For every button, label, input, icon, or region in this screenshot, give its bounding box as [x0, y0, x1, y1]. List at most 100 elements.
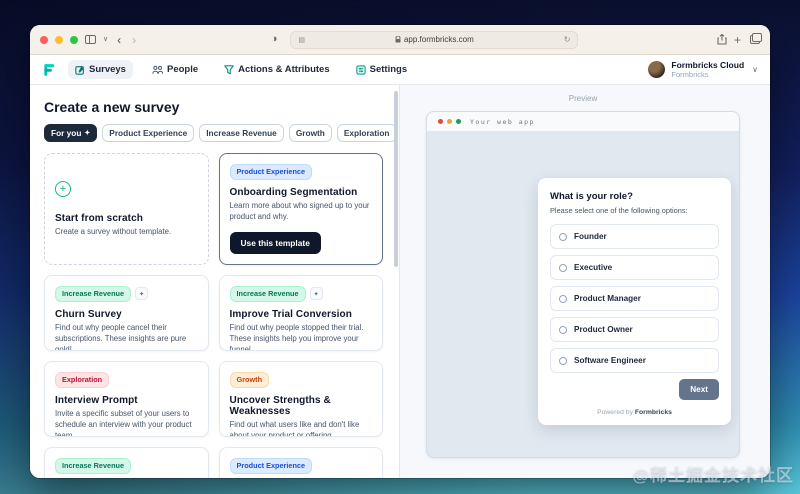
preview-app-window: Your web app What is your role? Please s… [426, 111, 740, 458]
account-org: Formbricks [671, 70, 744, 79]
category-badge: Product Experience [230, 458, 313, 474]
filter-exploration[interactable]: Exploration [337, 124, 397, 142]
mock-zoom-icon [456, 119, 461, 124]
forward-icon[interactable]: › [130, 33, 138, 47]
category-badge: Exploration [55, 372, 109, 388]
scrollbar-thumb[interactable] [394, 91, 398, 267]
preview-panel: Preview Your web app What is your role? … [399, 85, 770, 478]
category-badge: Growth [230, 372, 270, 388]
tab-overview-icon[interactable] [748, 35, 760, 44]
watermark: @稀土掘金技术社区 [632, 461, 794, 486]
sparkles-icon: ✦ [310, 287, 323, 300]
template-gallery: Create a new survey For you ✦ Product Ex… [30, 85, 399, 478]
account-menu[interactable]: Formbricks Cloud Formbricks ∨ [648, 60, 758, 79]
template-card-changing-subscription[interactable]: Increase Revenue Changing subscription e… [44, 447, 209, 478]
new-tab-icon[interactable]: + [734, 34, 741, 46]
address-bar[interactable]: ▤ app.formbricks.com ↻ [290, 31, 578, 49]
option-label: Software Engineer [574, 356, 646, 365]
preview-window-titlebar: Your web app [427, 112, 739, 132]
survey-subtitle: Please select one of the following optio… [550, 206, 719, 215]
back-icon[interactable]: ‹ [115, 33, 123, 47]
template-card-identify-customer-goals[interactable]: Product Experience Identify Customer Goa… [219, 447, 384, 478]
category-badge: Increase Revenue [55, 286, 131, 302]
settings-icon [356, 65, 366, 75]
pencil-square-icon [75, 65, 85, 75]
option-software-engineer[interactable]: Software Engineer [550, 348, 719, 373]
preview-window-title: Your web app [470, 118, 535, 126]
filter-increase-revenue[interactable]: Increase Revenue [199, 124, 284, 142]
radio-icon [559, 295, 567, 303]
option-label: Product Manager [574, 294, 641, 303]
tab-settings[interactable]: Settings [349, 60, 414, 79]
survey-preview-card: What is your role? Please select one of … [538, 178, 731, 425]
tab-surveys[interactable]: Surveys [68, 60, 133, 79]
card-description: Invite a specific subset of your users t… [55, 409, 198, 437]
preview-label: Preview [426, 94, 740, 103]
reader-icon[interactable]: ▤ [298, 36, 305, 44]
template-card-improve-trial-conversion[interactable]: Increase Revenue✦ Improve Trial Conversi… [219, 275, 384, 351]
mock-close-icon [438, 119, 443, 124]
funnel-icon [224, 65, 234, 75]
minimize-window-button[interactable] [55, 36, 63, 44]
avatar [648, 61, 665, 78]
option-product-owner[interactable]: Product Owner [550, 317, 719, 342]
url-text: app.formbricks.com [404, 35, 474, 44]
radio-icon [559, 357, 567, 365]
use-template-button[interactable]: Use this template [230, 232, 321, 254]
template-filters: For you ✦ Product Experience Increase Re… [44, 124, 383, 142]
start-from-scratch-card[interactable]: + Start from scratch Create a survey wit… [44, 153, 209, 265]
tab-label: Surveys [89, 64, 126, 75]
category-badge: Product Experience [230, 164, 313, 180]
people-icon [152, 65, 163, 75]
option-executive[interactable]: Executive [550, 255, 719, 280]
radio-icon [559, 264, 567, 272]
close-window-button[interactable] [40, 36, 48, 44]
mock-minimize-icon [447, 119, 452, 124]
template-card-churn-survey[interactable]: Increase Revenue✦ Churn Survey Find out … [44, 275, 209, 351]
browser-toolbar: ∨ ‹ › ◑ ▤ app.formbricks.com ↻ + [30, 25, 770, 55]
main-content: Create a new survey For you ✦ Product Ex… [30, 85, 770, 478]
option-product-manager[interactable]: Product Manager [550, 286, 719, 311]
card-description: Create a survey without template. [55, 227, 198, 238]
sparkles-icon: ✦ [135, 287, 148, 300]
option-founder[interactable]: Founder [550, 224, 719, 249]
tab-actions-attributes[interactable]: Actions & Attributes [217, 60, 336, 79]
sparkles-icon: ✦ [84, 129, 90, 137]
main-nav: Surveys People Actions & Attributes Sett… [68, 60, 414, 79]
page-title: Create a new survey [44, 99, 383, 115]
lock-icon [395, 36, 401, 43]
category-badge: Increase Revenue [230, 286, 306, 302]
app-header: Surveys People Actions & Attributes Sett… [30, 55, 770, 85]
option-label: Founder [574, 232, 607, 241]
sidebar-chevron-icon[interactable]: ∨ [103, 36, 108, 43]
powered-by-brand: Formbricks [635, 409, 672, 416]
filter-growth[interactable]: Growth [289, 124, 332, 142]
share-icon[interactable] [717, 34, 727, 45]
tab-people[interactable]: People [145, 60, 205, 79]
formbricks-logo[interactable] [42, 63, 56, 77]
radio-icon [559, 233, 567, 241]
sidebar-toggle-icon[interactable] [85, 35, 96, 44]
survey-question: What is your role? [550, 191, 719, 202]
tab-label: Actions & Attributes [238, 64, 329, 75]
account-name: Formbricks Cloud [671, 60, 744, 70]
tab-label: Settings [370, 64, 407, 75]
card-title: Churn Survey [55, 309, 198, 320]
zoom-window-button[interactable] [70, 36, 78, 44]
option-label: Executive [574, 263, 612, 272]
category-badge: Increase Revenue [55, 458, 131, 474]
card-description: Learn more about who signed up to your p… [230, 201, 373, 223]
card-description: Find out what users like and don't like … [230, 420, 373, 437]
template-card-interview-prompt[interactable]: Exploration Interview Prompt Invite a sp… [44, 361, 209, 437]
privacy-shield-icon[interactable]: ◑ [271, 34, 278, 45]
filter-for-you[interactable]: For you ✦ [44, 124, 97, 142]
powered-by[interactable]: Powered by Formbricks [550, 409, 719, 418]
browser-window: ∨ ‹ › ◑ ▤ app.formbricks.com ↻ + [30, 25, 770, 478]
template-card-uncover-strengths[interactable]: Growth Uncover Strengths & Weaknesses Fi… [219, 361, 384, 437]
next-button[interactable]: Next [679, 379, 719, 400]
card-description: Find out why people stopped their trial.… [230, 323, 373, 351]
filter-product-experience[interactable]: Product Experience [102, 124, 194, 142]
template-card-onboarding-segmentation[interactable]: Product Experience Onboarding Segmentati… [219, 153, 384, 265]
card-title: Onboarding Segmentation [230, 187, 373, 198]
reload-icon[interactable]: ↻ [564, 35, 571, 44]
